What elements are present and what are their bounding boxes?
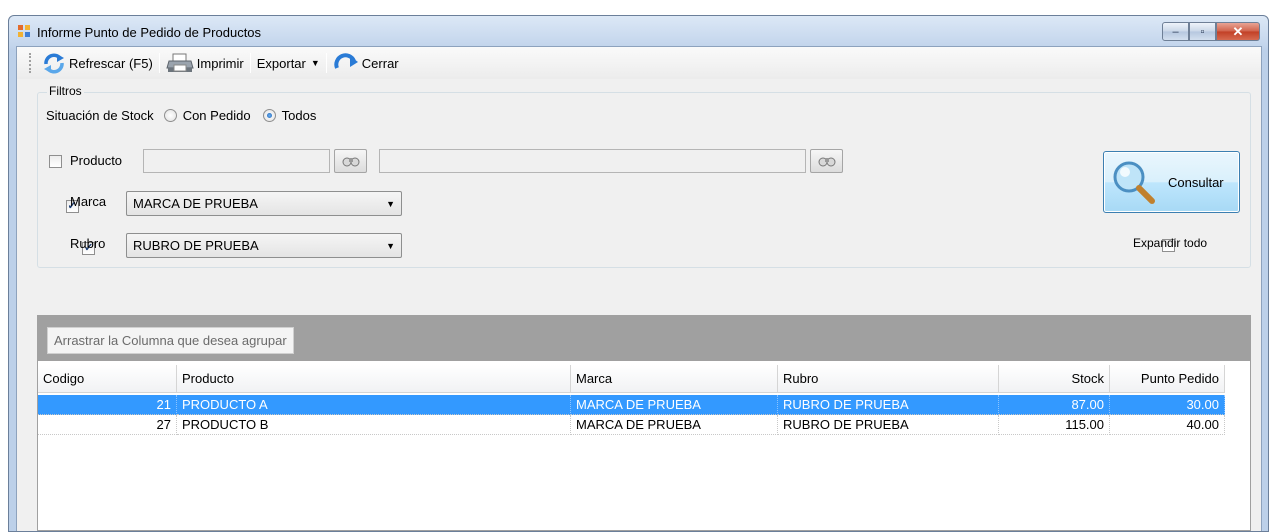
cell-marca: MARCA DE PRUEBA bbox=[571, 395, 778, 415]
consultar-label: Consultar bbox=[1168, 174, 1224, 190]
rubro-label[interactable]: Rubro bbox=[70, 236, 105, 251]
column-header-stock[interactable]: Stock bbox=[999, 365, 1110, 393]
refresh-button[interactable]: Refrescar (F5) bbox=[38, 50, 157, 76]
radio-con-pedido[interactable] bbox=[163, 109, 177, 122]
producto-description-field[interactable] bbox=[379, 149, 806, 173]
table-row[interactable]: 27 PRODUCTO B MARCA DE PRUEBA RUBRO DE P… bbox=[38, 415, 1225, 435]
results-grid: Arrastrar la Columna que desea agrupar C… bbox=[37, 315, 1251, 531]
window-controls: – ▫ ✕ bbox=[1162, 22, 1260, 41]
close-icon: ✕ bbox=[1232, 23, 1244, 39]
print-label: Imprimir bbox=[196, 55, 244, 71]
expandir-todo-label[interactable]: Expandir todo bbox=[1133, 236, 1207, 250]
rubro-selected-value: RUBRO DE PRUEBA bbox=[133, 238, 259, 253]
producto-checkbox[interactable] bbox=[49, 155, 62, 168]
rubro-select[interactable]: RUBRO DE PRUEBA ▼ bbox=[126, 233, 402, 258]
close-button[interactable]: Cerrar bbox=[329, 50, 403, 76]
filters-group-title: Filtros bbox=[47, 84, 84, 98]
client-area: Refrescar (F5) Imprimir Exportar ▼ Cerra… bbox=[16, 46, 1262, 531]
group-by-area[interactable]: Arrastrar la Columna que desea agrupar bbox=[38, 316, 1250, 361]
consultar-button[interactable]: Consultar bbox=[1103, 151, 1240, 213]
toolbar-separator bbox=[249, 53, 251, 73]
print-button[interactable]: Imprimir bbox=[162, 50, 248, 76]
chevron-down-icon: ▼ bbox=[386, 240, 395, 251]
binoculars-icon bbox=[342, 157, 359, 167]
table-row[interactable]: 21 PRODUCTO A MARCA DE PRUEBA RUBRO DE P… bbox=[38, 395, 1225, 415]
minimize-icon: – bbox=[1172, 25, 1179, 38]
cell-stock: 115.00 bbox=[999, 415, 1110, 435]
producto-code-lookup-button[interactable] bbox=[334, 149, 367, 173]
column-header-marca[interactable]: Marca bbox=[571, 365, 778, 393]
marca-select[interactable]: MARCA DE PRUEBA ▼ bbox=[126, 191, 402, 216]
filters-group: Filtros Situación de Stock Con Pedido To… bbox=[37, 84, 1251, 268]
producto-code-field[interactable] bbox=[143, 149, 330, 173]
cell-rubro: RUBRO DE PRUEBA bbox=[778, 395, 999, 415]
column-header-codigo[interactable]: Codigo bbox=[38, 365, 177, 393]
radio-todos-label[interactable]: Todos bbox=[282, 108, 317, 123]
cell-codigo: 21 bbox=[38, 395, 177, 415]
toolbar-separator bbox=[325, 53, 327, 73]
magnifier-icon bbox=[1113, 161, 1155, 204]
grid-header-row: Codigo Producto Marca Rubro Stock Punto … bbox=[38, 365, 1225, 393]
radio-todos[interactable] bbox=[262, 109, 276, 122]
column-header-punto-pedido[interactable]: Punto Pedido bbox=[1110, 365, 1225, 393]
producto-desc-lookup-button[interactable] bbox=[810, 149, 843, 173]
refresh-icon bbox=[44, 53, 64, 74]
chevron-down-icon: ▼ bbox=[386, 198, 395, 209]
binoculars-icon bbox=[818, 157, 835, 167]
marca-label[interactable]: Marca bbox=[70, 194, 106, 209]
printer-icon bbox=[166, 53, 194, 72]
group-by-hint: Arrastrar la Columna que desea agrupar bbox=[47, 327, 294, 354]
stock-situation-row: Situación de Stock Con Pedido Todos bbox=[46, 108, 316, 123]
toolbar: Refrescar (F5) Imprimir Exportar ▼ Cerra… bbox=[17, 47, 1261, 79]
cell-rubro: RUBRO DE PRUEBA bbox=[778, 415, 999, 435]
toolbar-grip[interactable] bbox=[29, 53, 32, 73]
refresh-label: Refrescar (F5) bbox=[69, 55, 153, 71]
toolbar-separator bbox=[158, 53, 160, 73]
cell-marca: MARCA DE PRUEBA bbox=[571, 415, 778, 435]
chevron-down-icon: ▼ bbox=[310, 58, 320, 68]
radio-con-pedido-label[interactable]: Con Pedido bbox=[183, 108, 251, 123]
window-title: Informe Punto de Pedido de Productos bbox=[37, 25, 262, 40]
app-icon bbox=[18, 25, 32, 39]
cell-codigo: 27 bbox=[38, 415, 177, 435]
stock-situation-label: Situación de Stock bbox=[46, 108, 154, 123]
maximize-icon: ▫ bbox=[1200, 25, 1205, 38]
report-window: Informe Punto de Pedido de Productos – ▫… bbox=[8, 15, 1269, 532]
cell-punto-pedido: 30.00 bbox=[1110, 395, 1225, 415]
undo-arrow-icon bbox=[334, 53, 358, 69]
title-bar[interactable]: Informe Punto de Pedido de Productos – ▫… bbox=[9, 16, 1268, 46]
export-dropdown[interactable]: Exportar ▼ bbox=[253, 50, 324, 76]
close-window-button[interactable]: ✕ bbox=[1216, 22, 1260, 41]
cell-punto-pedido: 40.00 bbox=[1110, 415, 1225, 435]
marca-selected-value: MARCA DE PRUEBA bbox=[133, 196, 258, 211]
export-label: Exportar bbox=[256, 55, 306, 71]
cell-producto: PRODUCTO B bbox=[177, 415, 571, 435]
cell-producto: PRODUCTO A bbox=[177, 395, 571, 415]
minimize-button[interactable]: – bbox=[1162, 22, 1189, 41]
maximize-button[interactable]: ▫ bbox=[1189, 22, 1216, 41]
close-label: Cerrar bbox=[361, 55, 399, 71]
producto-label[interactable]: Producto bbox=[70, 153, 122, 168]
cell-stock: 87.00 bbox=[999, 395, 1110, 415]
column-header-rubro[interactable]: Rubro bbox=[778, 365, 999, 393]
column-header-producto[interactable]: Producto bbox=[177, 365, 571, 393]
